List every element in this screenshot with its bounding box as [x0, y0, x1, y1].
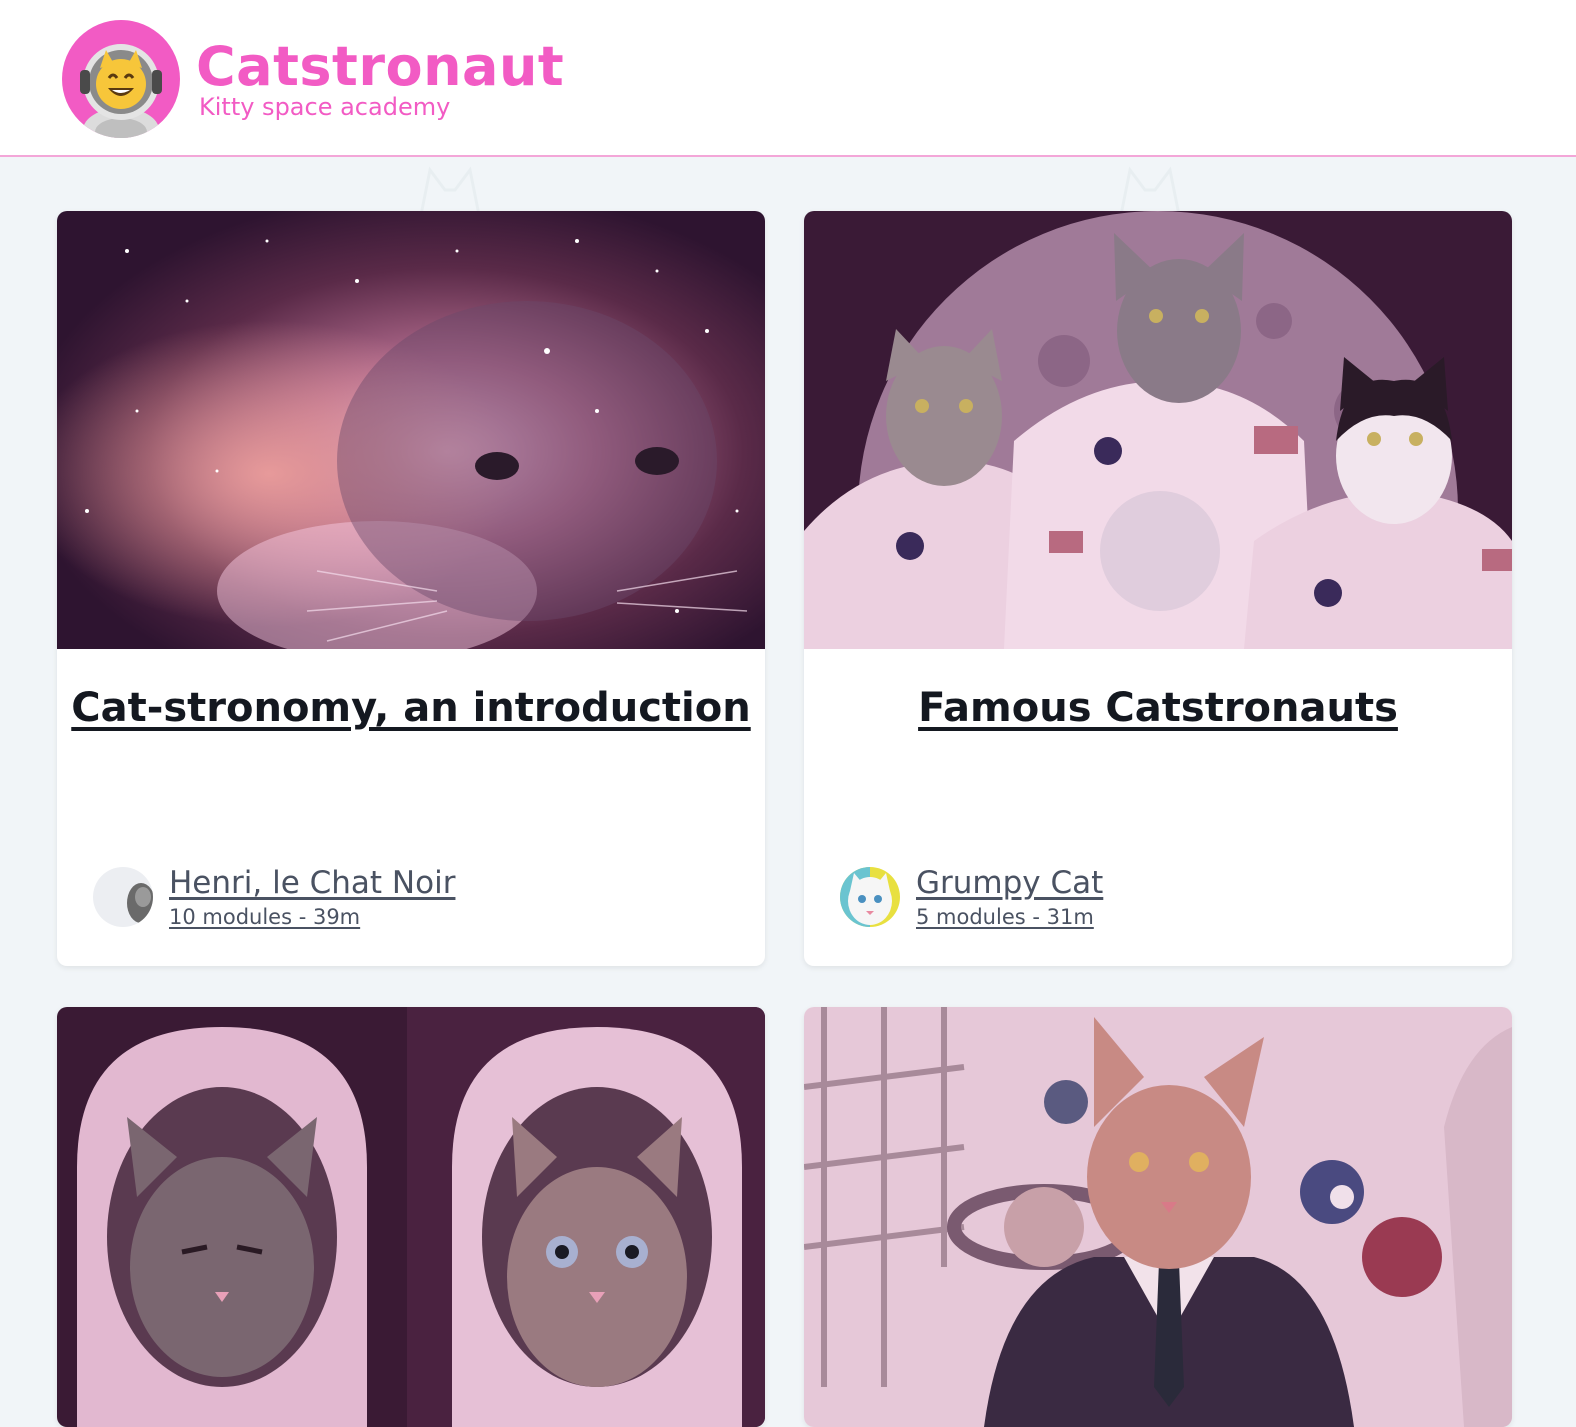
- author-name[interactable]: Grumpy Cat: [916, 863, 1103, 903]
- app-header: Catstronaut Kitty space academy: [0, 0, 1576, 157]
- space-nebula-cat-image[interactable]: [57, 211, 765, 649]
- track-title[interactable]: Famous Catstronauts: [804, 681, 1512, 735]
- author-avatar[interactable]: [93, 867, 153, 927]
- astronaut-cat-icon[interactable]: [62, 20, 180, 138]
- brand-tagline: Kitty space academy: [199, 93, 451, 121]
- author-avatar[interactable]: [840, 867, 900, 927]
- track-card[interactable]: Famous Catstronauts Grumpy Cat 5 modules…: [804, 211, 1512, 966]
- track-meta: 10 modules - 39m: [169, 905, 361, 929]
- track-card[interactable]: [804, 1007, 1512, 1427]
- suit-cat-planets-image[interactable]: [804, 1007, 1512, 1427]
- astronaut-cats-moon-image[interactable]: [804, 211, 1512, 649]
- track-title[interactable]: Cat-stronomy, an introduction: [57, 681, 765, 735]
- track-meta: 5 modules - 31m: [916, 905, 1094, 929]
- author-name[interactable]: Henri, le Chat Noir: [169, 863, 455, 903]
- track-card[interactable]: Cat-stronomy, an introduction Henri, le …: [57, 211, 765, 966]
- helmet-cats-image[interactable]: [57, 1007, 765, 1427]
- track-card[interactable]: [57, 1007, 765, 1427]
